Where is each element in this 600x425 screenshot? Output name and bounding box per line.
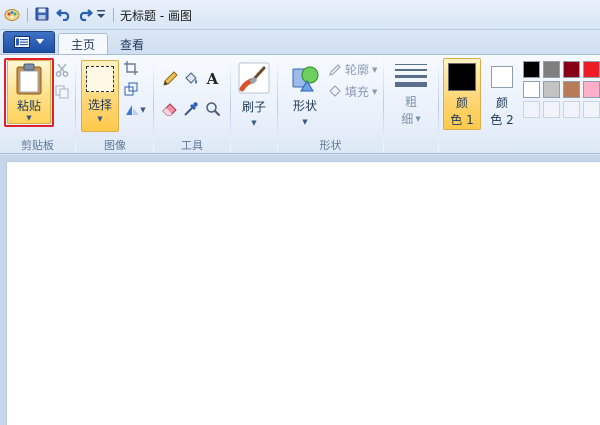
window-title: 无标题 - 画图	[120, 9, 192, 23]
fill-label: 填充	[345, 85, 370, 99]
clipboard-group: 粘贴 ▼ 剪贴板	[0, 55, 75, 155]
tab-home-label: 主页	[71, 38, 96, 52]
shapes-button[interactable]: 形状 ▼	[284, 60, 326, 132]
outline-pencil-icon	[329, 63, 341, 76]
title-separator	[27, 8, 28, 22]
workspace	[0, 155, 600, 425]
shapes-group-label: 形状	[319, 139, 342, 152]
outline-label: 轮廓	[345, 63, 370, 77]
select-button[interactable]: 选择 ▼	[81, 60, 119, 132]
palette-swatch[interactable]	[583, 61, 600, 78]
redo-icon[interactable]	[75, 4, 95, 24]
shapes-icon	[292, 66, 319, 92]
color2-label-line2: 色 2	[490, 113, 514, 127]
text-tool-icon[interactable]: A	[203, 69, 222, 88]
clipboard-group-label: 剪贴板	[21, 139, 54, 152]
color1-label-line2: 色 1	[450, 113, 474, 127]
tab-view-label: 查看	[120, 37, 145, 52]
color1-button[interactable]: 颜 色 1	[443, 58, 481, 130]
palette-swatch[interactable]	[583, 101, 600, 118]
fill-bucket-icon[interactable]	[181, 69, 200, 88]
chevron-down-icon: ▼	[251, 119, 257, 127]
paint-menu-button[interactable]	[3, 31, 55, 53]
title-separator	[113, 8, 114, 22]
magnifier-icon[interactable]	[203, 99, 222, 118]
chevron-down-icon: ▼	[140, 106, 146, 114]
palette-swatch[interactable]	[543, 61, 560, 78]
eraser-icon[interactable]	[160, 99, 179, 118]
brushes-label: 刷子	[241, 100, 266, 114]
pencil-icon[interactable]	[160, 69, 179, 88]
paint-app-icon[interactable]	[2, 4, 22, 24]
title-bar: 无标题 - 画图	[0, 0, 600, 30]
chevron-down-icon: ▼	[415, 114, 421, 123]
resize-icon[interactable]	[122, 80, 140, 98]
rotate-button[interactable]: ▼	[122, 101, 148, 119]
fill-button[interactable]: 填充 ▼	[328, 83, 377, 100]
chevron-down-icon: ▼	[97, 115, 103, 123]
tab-view[interactable]: 查看	[108, 33, 156, 55]
size-label-line2: 细	[401, 112, 414, 126]
color2-label-line1: 颜	[495, 96, 508, 110]
size-label-line1: 粗	[404, 95, 417, 109]
save-icon[interactable]	[32, 4, 52, 24]
chevron-down-icon: ▼	[372, 65, 378, 74]
rotate-icon	[126, 105, 140, 115]
colors-group: 颜 色 1 颜 色 2	[439, 55, 600, 155]
palette-swatch[interactable]	[543, 81, 560, 98]
crop-icon[interactable]	[122, 59, 140, 77]
color1-swatch	[448, 63, 476, 91]
select-icon	[86, 66, 114, 92]
tools-group-label: 工具	[181, 139, 203, 152]
chevron-down-icon: ▼	[302, 118, 308, 126]
image-group: 选择 ▼ ▼ 图像	[76, 55, 154, 155]
palette-swatch[interactable]	[563, 81, 580, 98]
palette-swatch[interactable]	[563, 61, 580, 78]
color2-swatch	[491, 66, 513, 88]
undo-icon[interactable]	[54, 4, 74, 24]
select-label: 选择	[87, 98, 112, 112]
size-button[interactable]: 粗 细 ▼	[390, 60, 432, 132]
ribbon-tabs: 主页 查看	[0, 30, 600, 55]
size-group: 粗 细 ▼	[384, 55, 438, 155]
customize-toolbar-icon[interactable]	[94, 4, 108, 24]
palette-swatch[interactable]	[583, 81, 600, 98]
fill-bucket-icon	[329, 84, 341, 97]
tools-group: A 工具	[154, 55, 230, 155]
brushes-button[interactable]: 刷子 ▼	[235, 60, 273, 132]
shapes-group: 形状 ▼ 轮廓 ▼ 填充 ▼ 形状	[278, 55, 383, 155]
palette-swatch[interactable]	[543, 101, 560, 118]
cut-icon[interactable]	[53, 61, 71, 79]
line-size-icon	[395, 64, 427, 87]
color2-button[interactable]: 颜 色 2	[483, 58, 521, 130]
chevron-down-icon: ▼	[372, 87, 378, 96]
chevron-down-icon	[36, 39, 44, 44]
color-picker-icon[interactable]	[181, 99, 200, 118]
paste-label: 粘贴	[16, 99, 41, 113]
color1-label-line1: 颜	[455, 96, 468, 110]
menu-icon	[14, 36, 30, 48]
ribbon: 粘贴 ▼ 剪贴板 选择 ▼ ▼ 图像 A 工具 刷子 ▼ 形状 ▼ 轮廓 ▼ 填…	[0, 54, 600, 154]
brush-icon	[238, 62, 270, 94]
drawing-canvas[interactable]	[7, 162, 600, 425]
brushes-group: 刷子 ▼	[231, 55, 277, 155]
palette-swatch[interactable]	[523, 61, 540, 78]
palette-swatch[interactable]	[563, 101, 580, 118]
outline-button[interactable]: 轮廓 ▼	[328, 61, 377, 78]
chevron-down-icon: ▼	[26, 114, 32, 122]
tab-home[interactable]: 主页	[58, 33, 109, 55]
copy-icon[interactable]	[53, 83, 71, 101]
palette-swatch[interactable]	[523, 81, 540, 98]
palette-swatch[interactable]	[523, 101, 540, 118]
clipboard-icon	[16, 63, 42, 95]
shapes-label: 形状	[292, 99, 317, 113]
image-group-label: 图像	[104, 139, 126, 152]
paste-button[interactable]: 粘贴 ▼	[7, 60, 51, 124]
